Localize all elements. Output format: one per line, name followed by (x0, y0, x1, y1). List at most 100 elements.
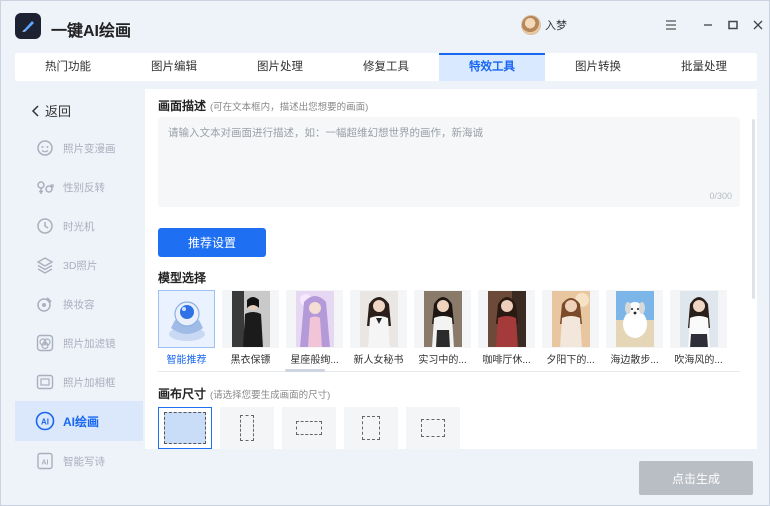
minimize-icon[interactable] (700, 17, 716, 33)
model-label: 黑衣保镖 (230, 355, 271, 366)
canvas-size-square[interactable] (158, 407, 212, 449)
sidebar-item-filter[interactable]: 照片加滤镜 (15, 323, 143, 363)
model-thumbnail (222, 290, 279, 348)
layers-3d-icon (35, 255, 55, 275)
canvas-section-title: 画布尺寸 (请选择您要生成画面的尺寸) (158, 385, 330, 402)
model-title: 模型选择 (158, 271, 207, 285)
model-label: 咖啡厅休... (482, 355, 531, 366)
comic-face-icon (35, 138, 55, 158)
sidebar-item-label: 照片加滤镜 (63, 337, 116, 350)
close-icon[interactable] (750, 17, 766, 33)
model-card[interactable]: 海边散步... (606, 290, 663, 366)
tab-batch-process[interactable]: 批量处理 (651, 53, 757, 81)
sidebar-item-label: AI绘画 (63, 414, 100, 429)
canvas-size-portrait-narrow[interactable] (220, 407, 274, 449)
model-label: 海边散步... (610, 355, 659, 366)
model-list-scrollbar[interactable] (285, 369, 325, 372)
model-card[interactable]: 黑衣保镖 (222, 290, 279, 366)
canvas-title: 画布尺寸 (158, 387, 207, 401)
chevron-left-icon (31, 104, 39, 117)
username[interactable]: 入梦 (545, 17, 567, 33)
makeup-icon (35, 294, 55, 314)
model-card[interactable]: 星座般绚... (286, 290, 343, 366)
model-card[interactable]: 夕阳下的... (542, 290, 599, 366)
sidebar-item-3d-photo[interactable]: 3D照片 (15, 245, 143, 285)
app-title: 一键AI绘画 (51, 23, 132, 40)
tab-repair-tools[interactable]: 修复工具 (333, 53, 439, 81)
model-thumbnail (350, 290, 407, 348)
main-panel: 画面描述 (可在文本框内，描述出您想要的画面) 请输入文本对画面进行描述，如：一幅… (145, 89, 757, 449)
model-card-smart[interactable]: 智能推荐 (158, 290, 215, 366)
gender-swap-icon (35, 177, 55, 197)
canvas-size-landscape[interactable] (406, 407, 460, 449)
sidebar-item-label: 照片加相框 (63, 376, 116, 389)
sidebar-item-poem[interactable]: AI 智能写诗 (15, 441, 143, 481)
description-hint: (可在文本框内，描述出您想要的画面) (210, 102, 369, 113)
sidebar-item-makeup[interactable]: 换妆容 (15, 284, 143, 324)
filter-icon (35, 333, 55, 353)
model-label: 新人女秘书 (353, 355, 404, 366)
sidebar-item-label: 换妆容 (63, 298, 95, 311)
sidebar-item-frame[interactable]: 照片加相框 (15, 362, 143, 402)
canvas-size-options (158, 407, 460, 449)
sidebar: 返回 照片变漫画 性别反转 时光机 3D照片 换妆容 照片加滤镜 照片加相框 A… (15, 89, 143, 505)
model-label: 星座般绚... (290, 355, 339, 366)
char-counter: 0/300 (709, 191, 732, 201)
sidebar-item-comic[interactable]: 照片变漫画 (15, 128, 143, 168)
sidebar-item-label: 3D照片 (63, 259, 98, 272)
model-list: 智能推荐 黑衣保镖 星座般绚... 新人女秘书 实习中的... 咖啡厅休... … (158, 290, 727, 366)
sidebar-item-label: 性别反转 (63, 181, 105, 194)
sidebar-item-gender[interactable]: 性别反转 (15, 167, 143, 207)
model-card[interactable]: 咖啡厅休... (478, 290, 535, 366)
title-bar: 一键AI绘画 入梦 (1, 1, 769, 51)
sidebar-item-ai-paint[interactable]: AI AI绘画 (15, 401, 143, 441)
svg-text:AI: AI (41, 418, 49, 427)
generate-button[interactable]: 点击生成 (639, 461, 753, 495)
model-thumbnail (158, 290, 215, 348)
model-thumbnail (286, 290, 343, 348)
tab-image-convert[interactable]: 图片转换 (545, 53, 651, 81)
ai-paint-icon: AI (35, 411, 55, 431)
model-card[interactable]: 吹海风的... (670, 290, 727, 366)
recommend-settings-button[interactable]: 推荐设置 (158, 228, 266, 257)
description-placeholder: 请输入文本对画面进行描述，如：一幅超维幻想世界的画作，新海诚 (168, 127, 483, 139)
description-title: 画面描述 (158, 99, 207, 113)
description-section-title: 画面描述 (可在文本框内，描述出您想要的画面) (158, 97, 368, 114)
model-thumbnail (670, 290, 727, 348)
model-card[interactable]: 新人女秘书 (350, 290, 407, 366)
tab-effect-tools[interactable]: 特效工具 (439, 53, 545, 81)
sidebar-item-label: 时光机 (63, 220, 95, 233)
sidebar-item-time-machine[interactable]: 时光机 (15, 206, 143, 246)
sidebar-item-label: 智能写诗 (63, 455, 105, 468)
canvas-hint: (请选择您要生成画面的尺寸) (210, 390, 331, 401)
user-profile[interactable]: 入梦 (521, 15, 567, 35)
sidebar-item-label: 照片变漫画 (63, 142, 116, 155)
tab-hot-features[interactable]: 热门功能 (15, 53, 121, 81)
category-tab-bar: 热门功能 图片编辑 图片处理 修复工具 特效工具 图片转换 批量处理 (15, 53, 757, 81)
vertical-scrollbar[interactable] (752, 119, 755, 299)
model-thumbnail (606, 290, 663, 348)
description-input[interactable]: 请输入文本对画面进行描述，如：一幅超维幻想世界的画作，新海诚 0/300 (158, 117, 740, 207)
back-button[interactable]: 返回 (31, 101, 71, 120)
ai-poem-icon: AI (35, 451, 55, 471)
menu-icon[interactable] (663, 17, 679, 33)
svg-text:AI: AI (42, 460, 49, 467)
tab-image-process[interactable]: 图片处理 (227, 53, 333, 81)
model-label: 吹海风的... (674, 355, 723, 366)
time-machine-icon (35, 216, 55, 236)
canvas-size-landscape-wide[interactable] (282, 407, 336, 449)
model-thumbnail (478, 290, 535, 348)
model-thumbnail (542, 290, 599, 348)
model-label: 智能推荐 (166, 355, 207, 366)
canvas-size-portrait[interactable] (344, 407, 398, 449)
maximize-icon[interactable] (725, 17, 741, 33)
section-divider (158, 371, 740, 372)
back-label: 返回 (45, 104, 72, 119)
app-window: 一键AI绘画 入梦 热门功能 图片编辑 图片处理 修复工具 特效工具 图片转换 … (0, 0, 770, 506)
app-logo-icon (15, 13, 41, 39)
model-card[interactable]: 实习中的... (414, 290, 471, 366)
model-label: 夕阳下的... (546, 355, 595, 366)
tab-image-edit[interactable]: 图片编辑 (121, 53, 227, 81)
avatar[interactable] (521, 15, 541, 35)
model-thumbnail (414, 290, 471, 348)
